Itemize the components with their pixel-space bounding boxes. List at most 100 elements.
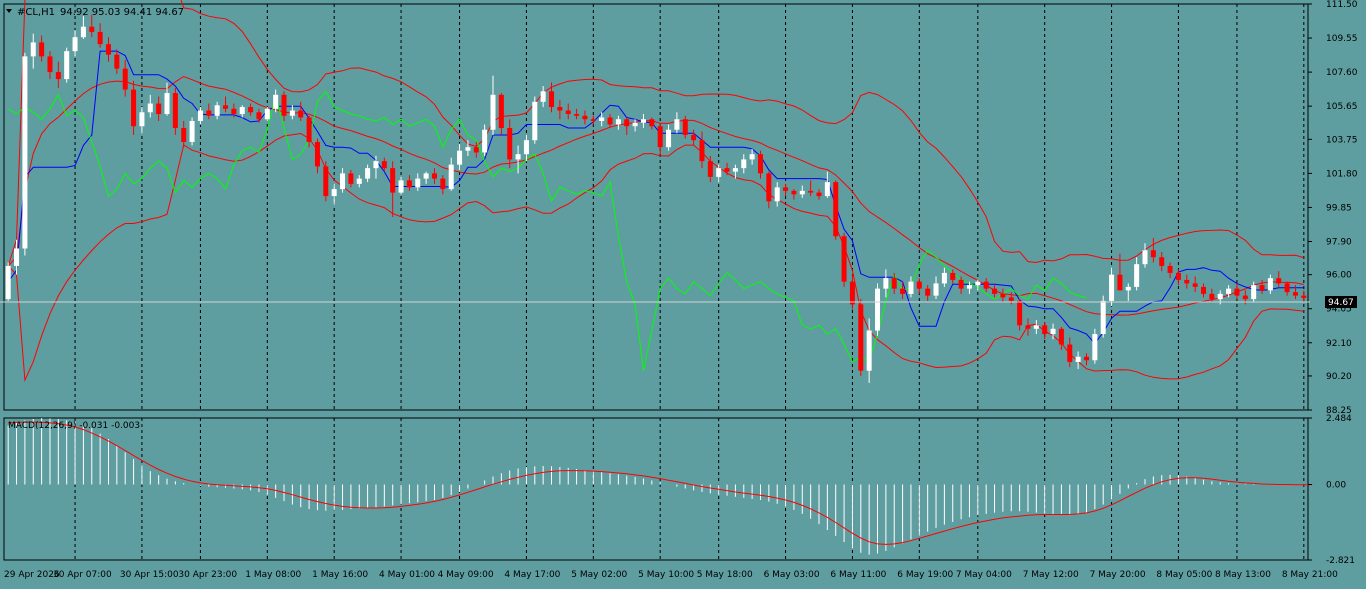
candle-body <box>1276 278 1282 284</box>
mt4-chart-window[interactable]: 111.50 109.55 107.60 105.65 103.75 101.80 99.8… <box>0 0 1366 585</box>
macd-tick-label: 2.484 <box>1326 414 1352 424</box>
candle-body <box>164 93 170 115</box>
candle-body <box>1150 250 1156 258</box>
candle-body <box>515 154 521 160</box>
candle-body <box>381 161 387 169</box>
candle-body <box>1075 356 1081 362</box>
candle-body <box>256 112 262 120</box>
candle-body <box>406 180 412 188</box>
price-tick-label: 107.60 <box>1326 68 1358 78</box>
candle-body <box>1000 293 1006 298</box>
candle-body <box>340 173 346 190</box>
price-tick-label: 101.80 <box>1326 169 1358 179</box>
candle-body <box>783 187 789 191</box>
candle-body <box>440 178 446 190</box>
candle-body <box>281 94 287 116</box>
candle-body <box>866 330 872 371</box>
candle-body <box>248 107 254 113</box>
candle-body <box>30 42 36 57</box>
candle-body <box>181 127 187 142</box>
candle-body <box>632 122 638 127</box>
candle-body <box>473 147 479 153</box>
candle-body <box>975 281 981 286</box>
price-tick-label: 109.55 <box>1326 34 1358 44</box>
candle-body <box>1083 356 1089 361</box>
ohlc-values: 94.92 95.03 94.41 94.67 <box>60 7 184 18</box>
candle-body <box>22 56 28 249</box>
candle-body <box>398 180 404 193</box>
candle-body <box>1292 292 1298 296</box>
upper-band-line <box>7 0 1304 267</box>
candle-body <box>1242 295 1248 300</box>
candle-body <box>197 110 203 121</box>
candle-body <box>314 141 320 167</box>
time-tick-label: 4 May 01:00 <box>379 570 435 580</box>
time-tick-label: 6 May 19:00 <box>897 570 953 580</box>
candle-body <box>55 72 61 80</box>
candle-body <box>490 94 496 130</box>
chevron-down-icon[interactable] <box>6 9 12 13</box>
candle-body <box>273 94 279 109</box>
candle-body <box>849 281 855 305</box>
candle-body <box>365 168 371 179</box>
candle-body <box>933 283 939 296</box>
candle-body <box>1109 274 1115 301</box>
candle-body <box>131 89 137 127</box>
candle-body <box>156 103 162 115</box>
candle-body <box>80 26 86 38</box>
candle-body <box>607 117 613 125</box>
candle-body <box>431 173 437 179</box>
symbol-label: #CL,H1 <box>17 7 55 18</box>
lower-band-line <box>7 132 1304 383</box>
price-chart[interactable]: 111.50 109.55 107.60 105.65 103.75 101.80 99.8… <box>0 0 1366 585</box>
chart-header: #CL,H1 94.92 95.03 94.41 94.67 <box>6 7 184 18</box>
candle-body <box>457 150 463 165</box>
bollinger-bands <box>7 0 1304 383</box>
price-axis: 111.50 109.55 107.60 105.65 103.75 101.80 99.8… <box>1308 0 1358 566</box>
price-tick-label: 99.85 <box>1326 203 1352 213</box>
time-tick-label: 30 Apr 07:00 <box>53 570 112 580</box>
time-tick-label: 5 May 18:00 <box>697 570 753 580</box>
candle-body <box>306 117 312 142</box>
candle-body <box>139 112 145 127</box>
candle-body <box>1067 344 1073 362</box>
time-tick-label: 8 May 05:00 <box>1156 570 1212 580</box>
time-tick-label: 1 May 16:00 <box>312 570 368 580</box>
candle-body <box>590 119 596 121</box>
candle-body <box>1184 279 1190 284</box>
time-tick-label: 30 Apr 23:00 <box>178 570 237 580</box>
candle-body <box>582 115 588 120</box>
candle-body <box>1167 265 1173 273</box>
candle-body <box>390 168 396 193</box>
candle-body <box>958 279 964 289</box>
macd-panel-frame <box>3 417 1309 561</box>
candle-body <box>883 278 889 289</box>
candle-body <box>1050 328 1056 335</box>
candle-body <box>1259 285 1265 291</box>
candle-body <box>465 147 471 151</box>
candle-body <box>1234 288 1240 296</box>
candle-body <box>373 161 379 169</box>
candle-body <box>1008 297 1014 301</box>
candle-body <box>808 190 814 193</box>
candle-body <box>423 173 429 179</box>
candle-body <box>916 281 922 289</box>
candle-body <box>348 173 354 184</box>
time-tick-label: 4 May 09:00 <box>438 570 494 580</box>
candle-body <box>1042 325 1048 335</box>
candle-body <box>791 190 797 195</box>
candle-body <box>114 54 120 69</box>
candle-body <box>189 120 195 142</box>
candle-body <box>356 178 362 184</box>
time-tick-label: 30 Apr 15:00 <box>120 570 179 580</box>
candle-body <box>941 272 947 284</box>
candle-body <box>925 288 931 296</box>
time-tick-label: 8 May 21:00 <box>1282 570 1338 580</box>
candle-body <box>983 281 989 289</box>
candle-body <box>724 168 730 172</box>
candle-body <box>875 288 881 331</box>
price-tick-label: 97.90 <box>1326 237 1352 247</box>
candle-body <box>1201 286 1207 294</box>
candle-body <box>624 119 630 127</box>
time-axis: 29 Apr 202630 Apr 07:00 30 Apr 15:00 30 Ap… <box>4 570 1338 580</box>
